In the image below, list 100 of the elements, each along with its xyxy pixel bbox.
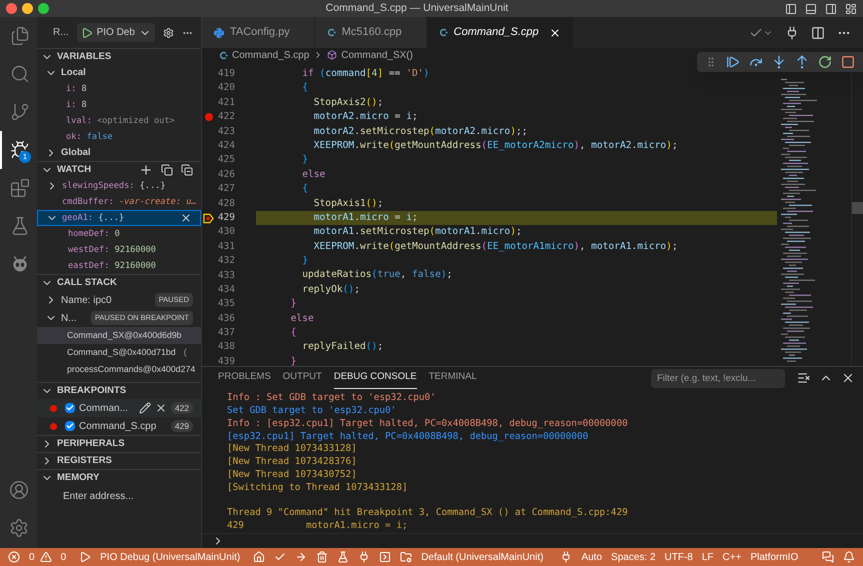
toggle-sidebar-icon[interactable] <box>785 2 797 14</box>
bug-play-icon[interactable] <box>10 140 30 160</box>
variable-entry[interactable]: ok: false <box>66 130 113 144</box>
home-icon[interactable] <box>253 551 266 563</box>
variable-entry[interactable]: westDef: 92160000 <box>68 244 156 256</box>
breadcrumb-file[interactable]: Command_S.cpp <box>232 48 310 62</box>
stack-frame[interactable]: Command_SX@0x400d6d9b <box>37 327 201 344</box>
folder-gear-icon[interactable] <box>400 551 412 563</box>
status-item[interactable]: PlatformIO <box>750 550 798 564</box>
variable-entry[interactable]: lval: <optimized out> <box>66 114 175 128</box>
watch-row[interactable]: slewingSpeeds: {...} <box>37 178 201 194</box>
close-icon[interactable] <box>548 26 561 38</box>
clear-console-icon[interactable] <box>797 371 811 385</box>
variable-entry[interactable]: geoA1: {...} <box>62 212 124 224</box>
search-icon[interactable] <box>10 64 30 84</box>
line-number: 429 <box>216 210 235 225</box>
scope-label[interactable]: Local <box>61 66 86 80</box>
section-title[interactable]: PERIPHERALS <box>57 436 125 452</box>
checkbox[interactable] <box>65 403 75 413</box>
breakpoint-row[interactable]: Command_S.cpp 429 <box>37 417 201 435</box>
continue-icon[interactable] <box>726 55 740 69</box>
toggle-panel-icon[interactable] <box>805 2 817 14</box>
variable-entry[interactable]: i: 8 <box>66 82 87 96</box>
section-title[interactable]: BREAKPOINTS <box>57 384 126 398</box>
collapse-all-icon[interactable] <box>161 164 173 176</box>
warning-count[interactable]: 0 <box>60 550 66 564</box>
remove-all-icon[interactable] <box>181 164 193 176</box>
extensions-icon[interactable] <box>10 178 30 198</box>
bell-icon[interactable] <box>843 551 855 563</box>
scope-label[interactable]: Global <box>61 146 91 160</box>
layout-icon[interactable] <box>845 2 857 14</box>
panel-tab[interactable]: TERMINAL <box>428 367 477 389</box>
thread-name[interactable]: Name: ipc0 <box>61 292 112 308</box>
section-title[interactable]: WATCH <box>57 162 92 178</box>
variable-entry[interactable]: eastDef: 92160000 <box>68 260 156 272</box>
editor-tab[interactable]: Command_S.cpp <box>426 17 574 48</box>
breadcrumb-symbol[interactable]: Command_SX() <box>341 48 413 62</box>
editor-tab[interactable]: Mc5160.cpp <box>314 17 427 48</box>
restart-icon[interactable] <box>818 55 832 69</box>
section-title[interactable]: MEMORY <box>57 470 100 486</box>
error-icon[interactable] <box>8 551 20 563</box>
flask-icon[interactable] <box>337 551 350 563</box>
filter-field[interactable]: Filter (e.g. text, !exclu... <box>651 368 785 388</box>
trash-icon[interactable] <box>316 551 328 563</box>
debug-target[interactable]: PIO Debug (UniversalMainUnit) <box>100 550 240 564</box>
panel-tab[interactable]: DEBUG CONSOLE <box>334 367 417 389</box>
check-icon[interactable] <box>274 551 286 563</box>
terminal-icon[interactable] <box>379 551 392 563</box>
close-icon[interactable] <box>841 371 855 385</box>
stack-frame[interactable]: processCommands@0x400d274 <box>37 361 201 378</box>
launch-config-dropdown[interactable]: PIO Deb <box>76 23 155 42</box>
panel-tab[interactable]: OUTPUT <box>282 367 322 389</box>
section-title[interactable]: CALL STACK <box>57 276 117 290</box>
split-editor-icon[interactable] <box>811 26 825 40</box>
watch-row[interactable]: cmdBuffer: -var-create: u… <box>37 194 201 210</box>
step-out-icon[interactable] <box>795 55 809 69</box>
minimize-window-button[interactable] <box>22 3 33 14</box>
maximize-window-button[interactable] <box>38 3 49 14</box>
settings-icon[interactable] <box>162 26 174 40</box>
variable-entry[interactable]: i: 8 <box>66 98 87 112</box>
environment-selector[interactable]: Default (UniversalMainUnit) <box>421 550 544 564</box>
thread-name[interactable]: N... <box>61 310 77 326</box>
plug-icon[interactable] <box>785 26 799 40</box>
status-item[interactable]: LF <box>702 550 714 564</box>
address-field[interactable]: Enter address... <box>63 488 193 504</box>
panel-tab[interactable]: PROBLEMS <box>218 367 271 389</box>
toggle-secondary-sidebar-icon[interactable] <box>825 2 837 14</box>
variable-entry[interactable]: cmdBuffer: -var-create: u… <box>62 196 197 208</box>
close-window-button[interactable] <box>6 3 17 14</box>
play-icon[interactable] <box>79 551 92 563</box>
edit-icon[interactable] <box>138 402 151 414</box>
status-item[interactable]: Spaces: 2 <box>611 550 656 564</box>
tab-label: TAConfig.py <box>230 25 291 40</box>
port-selector[interactable]: Auto <box>581 550 602 564</box>
variable-entry[interactable]: homeDef: 0 <box>68 228 120 240</box>
arrow-right-icon[interactable] <box>295 551 308 563</box>
stack-frame[interactable]: Command_S@0x400d71bd ( <box>37 344 201 361</box>
close-icon[interactable] <box>180 212 192 224</box>
flask-icon[interactable] <box>10 216 30 236</box>
warning-icon[interactable] <box>40 551 52 563</box>
status-item[interactable]: C++ <box>722 550 742 564</box>
scrollbar-thumb[interactable] <box>852 202 863 214</box>
watch-row[interactable]: geoA1: {...} <box>37 210 201 226</box>
account-icon[interactable] <box>8 480 28 500</box>
feedback-icon[interactable] <box>822 551 834 563</box>
stop-icon[interactable] <box>841 55 855 69</box>
breakpoint-row[interactable]: Comman... 422 <box>37 399 201 417</box>
checkbox[interactable] <box>65 421 75 431</box>
branch-icon[interactable] <box>10 102 30 122</box>
section-title[interactable]: REGISTERS <box>57 454 112 468</box>
files-icon[interactable] <box>10 26 30 46</box>
add-icon[interactable] <box>139 163 153 177</box>
section-title[interactable]: VARIABLES <box>57 50 112 64</box>
line-number: 436 <box>216 312 235 326</box>
editor-tab[interactable]: TAConfig.py <box>202 17 315 48</box>
status-item[interactable]: UTF-8 <box>664 550 693 564</box>
variable-entry[interactable]: slewingSpeeds: {...} <box>62 180 166 192</box>
error-count[interactable]: 0 <box>29 550 35 564</box>
step-into-icon[interactable] <box>772 55 786 69</box>
close-icon[interactable] <box>154 402 167 414</box>
